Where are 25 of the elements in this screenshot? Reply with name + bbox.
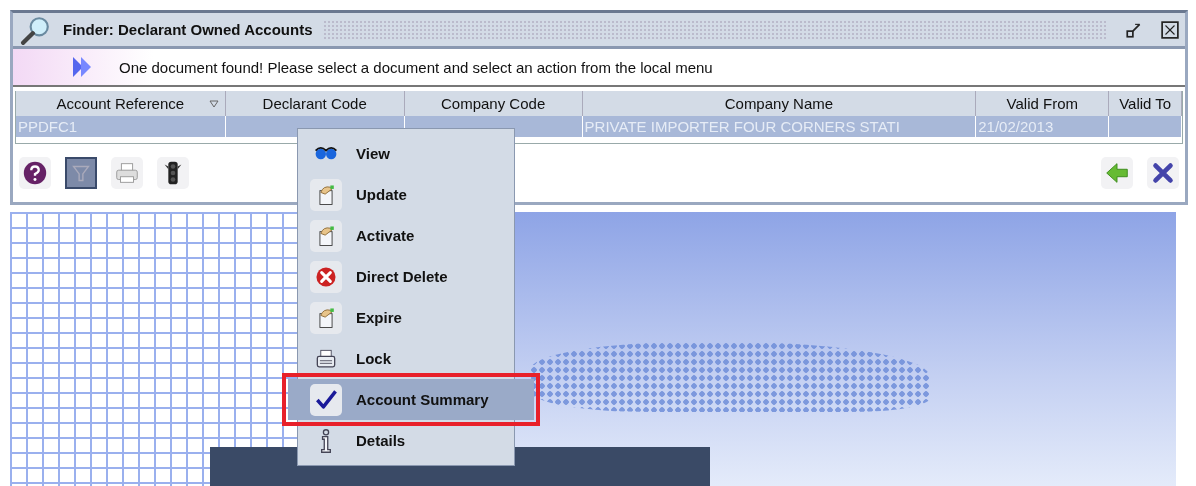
table-cell: 21/02/2013 bbox=[978, 118, 1054, 135]
help-button[interactable] bbox=[19, 157, 51, 189]
menu-item[interactable]: Lock bbox=[298, 338, 514, 379]
traffic-button[interactable] bbox=[157, 157, 189, 189]
table-cell: PPDFC1 bbox=[18, 118, 78, 135]
menu-item[interactable]: Expire bbox=[298, 297, 514, 338]
column-header[interactable]: Valid From bbox=[976, 91, 1110, 116]
column-header[interactable]: Company Code bbox=[404, 91, 583, 116]
menu-item[interactable]: Direct Delete bbox=[298, 256, 514, 297]
help-icon bbox=[21, 159, 49, 187]
column-header[interactable]: Declarant Code bbox=[225, 91, 405, 116]
menu-item[interactable]: Activate bbox=[298, 215, 514, 256]
table-cell: PRIVATE IMPORTER FOUR CORNERS STATI bbox=[584, 118, 900, 135]
menu-item[interactable]: Details bbox=[298, 420, 514, 461]
column-header[interactable]: Account Reference bbox=[16, 91, 226, 116]
menu-item[interactable]: Update bbox=[298, 174, 514, 215]
back-button[interactable] bbox=[1101, 157, 1133, 189]
status-message: One document found! Please select a document and select an action from the local menu bbox=[119, 58, 713, 76]
window-title: Finder: Declarant Owned Accounts bbox=[63, 21, 313, 38]
close-button[interactable] bbox=[1147, 157, 1179, 189]
close-icon[interactable] bbox=[1161, 20, 1179, 39]
column-header[interactable]: Valid To bbox=[1109, 91, 1182, 116]
filter-button[interactable] bbox=[65, 157, 97, 189]
column-header[interactable]: Company Name bbox=[582, 91, 977, 116]
double-arrow-icon bbox=[71, 56, 93, 78]
